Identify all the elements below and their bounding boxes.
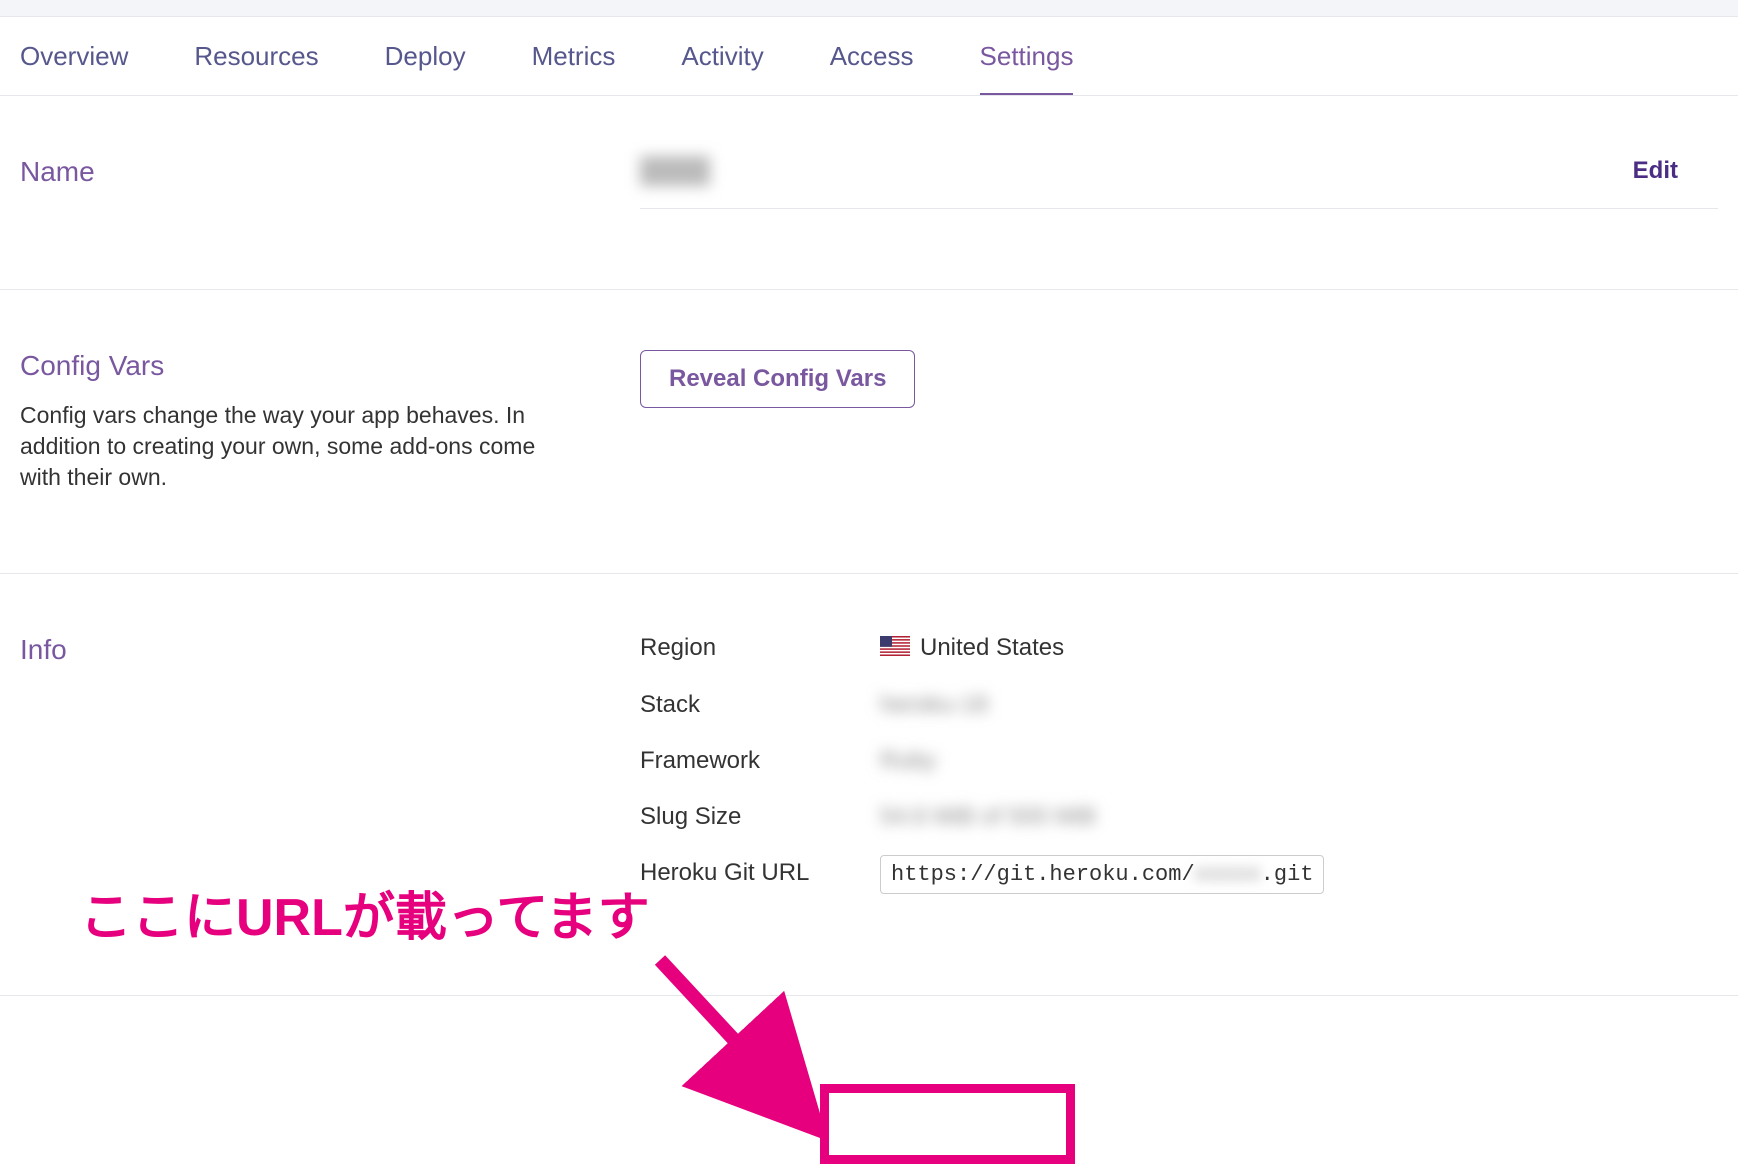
us-flag-icon bbox=[880, 635, 910, 663]
region-value: United States bbox=[880, 634, 1064, 663]
slug-label: Slug Size bbox=[640, 803, 880, 831]
stack-label: Stack bbox=[640, 691, 880, 719]
git-url-hidden: xxxxx bbox=[1195, 862, 1261, 887]
tab-settings[interactable]: Settings bbox=[980, 43, 1074, 95]
top-strip bbox=[0, 0, 1738, 17]
tab-deploy[interactable]: Deploy bbox=[385, 43, 466, 95]
config-vars-desc: Config vars change the way your app beha… bbox=[20, 400, 580, 493]
tab-overview[interactable]: Overview bbox=[20, 43, 128, 95]
git-url-label: Heroku Git URL bbox=[640, 859, 880, 887]
tab-metrics[interactable]: Metrics bbox=[532, 43, 616, 95]
section-config-vars: Config Vars Config vars change the way y… bbox=[0, 290, 1738, 574]
git-url-field[interactable]: https://git.heroku.com/xxxxx.git bbox=[880, 855, 1324, 894]
config-vars-title: Config Vars bbox=[20, 350, 640, 382]
region-text: United States bbox=[920, 634, 1064, 661]
info-title: Info bbox=[20, 634, 640, 666]
tab-activity[interactable]: Activity bbox=[681, 43, 763, 95]
git-url-suffix: .git bbox=[1261, 862, 1314, 887]
region-label: Region bbox=[640, 634, 880, 662]
reveal-config-vars-button[interactable]: Reveal Config Vars bbox=[640, 350, 915, 408]
framework-value: Ruby bbox=[880, 747, 936, 775]
framework-label: Framework bbox=[640, 747, 880, 775]
info-row-stack: Stack heroku-18 bbox=[640, 691, 1718, 719]
section-info: Info Region United States Stack h bbox=[0, 574, 1738, 996]
info-row-slug: Slug Size 54.6 MiB of 500 MiB bbox=[640, 803, 1718, 831]
annotation-box bbox=[820, 1084, 1075, 1164]
section-name: Name Edit bbox=[0, 96, 1738, 290]
name-underline bbox=[640, 208, 1718, 209]
name-title: Name bbox=[20, 156, 640, 188]
tab-resources[interactable]: Resources bbox=[194, 43, 318, 95]
stack-value: heroku-18 bbox=[880, 691, 988, 719]
tab-access[interactable]: Access bbox=[830, 43, 914, 95]
info-row-framework: Framework Ruby bbox=[640, 747, 1718, 775]
tabs-nav: Overview Resources Deploy Metrics Activi… bbox=[0, 17, 1738, 96]
slug-value: 54.6 MiB of 500 MiB bbox=[880, 803, 1096, 831]
info-row-git-url: Heroku Git URL https://git.heroku.com/xx… bbox=[640, 859, 1718, 887]
edit-name-button[interactable]: Edit bbox=[1633, 157, 1718, 185]
git-url-prefix: https://git.heroku.com/ bbox=[891, 862, 1195, 887]
info-row-region: Region United States bbox=[640, 634, 1718, 663]
git-url-value: https://git.heroku.com/xxxxx.git bbox=[880, 859, 1324, 887]
app-name-value bbox=[640, 156, 710, 186]
